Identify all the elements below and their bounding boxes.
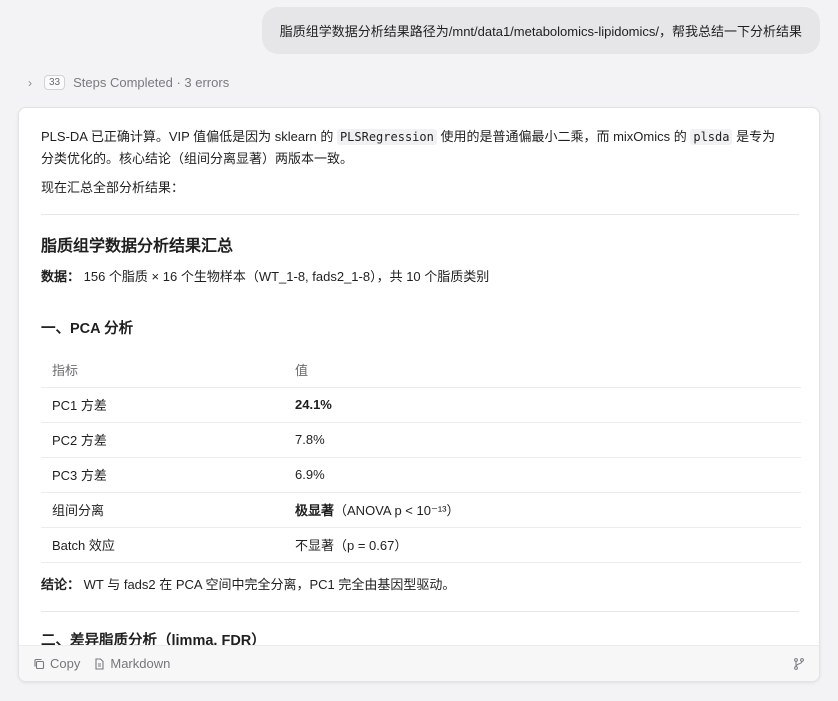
conclusion-text: WT 与 fads2 在 PCA 空间中完全分离，PC1 完全由基因型驱动。 xyxy=(80,576,456,592)
intro-paragraph: PLS-DA 已正确计算。VIP 值偏低是因为 sklearn 的 PLSReg… xyxy=(41,126,799,169)
user-message-text: 脂质组学数据分析结果路径为/mnt/data1/metabolomics-lip… xyxy=(279,24,802,39)
intro-text-line2: 分类优化的。核心结论（组间分离显著）两版本一致。 xyxy=(41,151,354,166)
section2-heading: 二、差异脂质分析（limma, FDR） xyxy=(41,632,266,646)
table-header-metric: 指标 xyxy=(41,352,284,388)
user-message-bubble: 脂质组学数据分析结果路径为/mnt/data1/metabolomics-lip… xyxy=(261,7,820,54)
intro-text-a: PLS-DA 已正确计算。VIP 值偏低是因为 sklearn 的 xyxy=(41,129,337,144)
table-header-value: 值 xyxy=(284,352,801,388)
assistant-response-card: PLS-DA 已正确计算。VIP 值偏低是因为 sklearn 的 PLSReg… xyxy=(18,107,820,682)
table-row: Batch 效应 不显著（p = 0.67） xyxy=(41,527,801,563)
file-icon xyxy=(94,657,105,670)
conclusion-label: 结论： xyxy=(41,576,81,592)
steps-count-badge: 33 xyxy=(44,75,66,90)
summary-lead-paragraph: 现在汇总全部分析结果： xyxy=(41,180,185,195)
markdown-label: Markdown xyxy=(110,656,171,671)
copy-icon xyxy=(33,658,45,670)
value-rest: （ANOVA p < 10⁻¹³） xyxy=(334,503,460,518)
pca-conclusion: 结论： WT 与 fads2 在 PCA 空间中完全分离，PC1 完全由基因型驱… xyxy=(41,574,799,595)
git-branch-icon xyxy=(793,657,805,670)
response-footer: Copy Markdown xyxy=(19,645,819,681)
table-cell-value: 不显著（p = 0.67） xyxy=(284,527,801,563)
value-bold: 极显著 xyxy=(295,503,335,518)
code-plsda: plsda xyxy=(690,129,733,145)
chevron-right-icon: › xyxy=(28,75,32,90)
copy-button[interactable]: Copy xyxy=(33,656,80,671)
steps-label: Steps Completed · 3 errors xyxy=(73,75,230,90)
table-cell-value: 极显著（ANOVA p < 10⁻¹³） xyxy=(284,492,801,528)
table-row: PC2 方差 7.8% xyxy=(41,422,801,458)
intro-text-b: 使用的是普通偏最小二乘，而 mixOmics 的 xyxy=(436,129,691,144)
table-row: PC3 方差 6.9% xyxy=(41,457,801,493)
steps-toggle[interactable]: › 33 Steps Completed · 3 errors xyxy=(28,75,229,90)
table-cell-metric: PC3 方差 xyxy=(41,457,284,493)
code-plsregression: PLSRegression xyxy=(336,129,437,145)
divider xyxy=(41,610,799,612)
table-row: PC1 方差 24.1% xyxy=(41,387,801,423)
branch-button[interactable] xyxy=(793,657,805,670)
copy-label: Copy xyxy=(50,656,81,671)
pca-heading: 一、PCA 分析 xyxy=(41,321,134,337)
table-row: 组间分离 极显著（ANOVA p < 10⁻¹³） xyxy=(41,492,801,528)
divider xyxy=(41,214,799,215)
data-label: 数据： xyxy=(41,269,81,284)
table-header-row: 指标 值 xyxy=(41,352,801,388)
pca-table: 指标 值 PC1 方差 24.1% PC2 方差 7.8% PC3 方差 6.9… xyxy=(41,352,801,563)
table-cell-metric: PC2 方差 xyxy=(41,422,284,458)
table-cell-metric: Batch 效应 xyxy=(41,527,284,563)
table-cell-value: 24.1% xyxy=(284,387,801,423)
table-cell-metric: PC1 方差 xyxy=(41,387,284,423)
response-content: PLS-DA 已正确计算。VIP 值偏低是因为 sklearn 的 PLSReg… xyxy=(19,108,819,645)
table-cell-metric: 组间分离 xyxy=(41,492,284,528)
table-cell-value: 6.9% xyxy=(284,457,801,493)
markdown-button[interactable]: Markdown xyxy=(94,656,170,671)
data-text: 156 个脂质 × 16 个生物样本（WT_1-8, fads2_1-8），共 … xyxy=(80,269,490,284)
summary-title: 脂质组学数据分析结果汇总 xyxy=(41,238,234,255)
table-cell-value: 7.8% xyxy=(284,422,801,458)
intro-text-c: 是专为 xyxy=(732,129,776,144)
data-summary-line: 数据： 156 个脂质 × 16 个生物样本（WT_1-8, fads2_1-8… xyxy=(41,266,799,287)
